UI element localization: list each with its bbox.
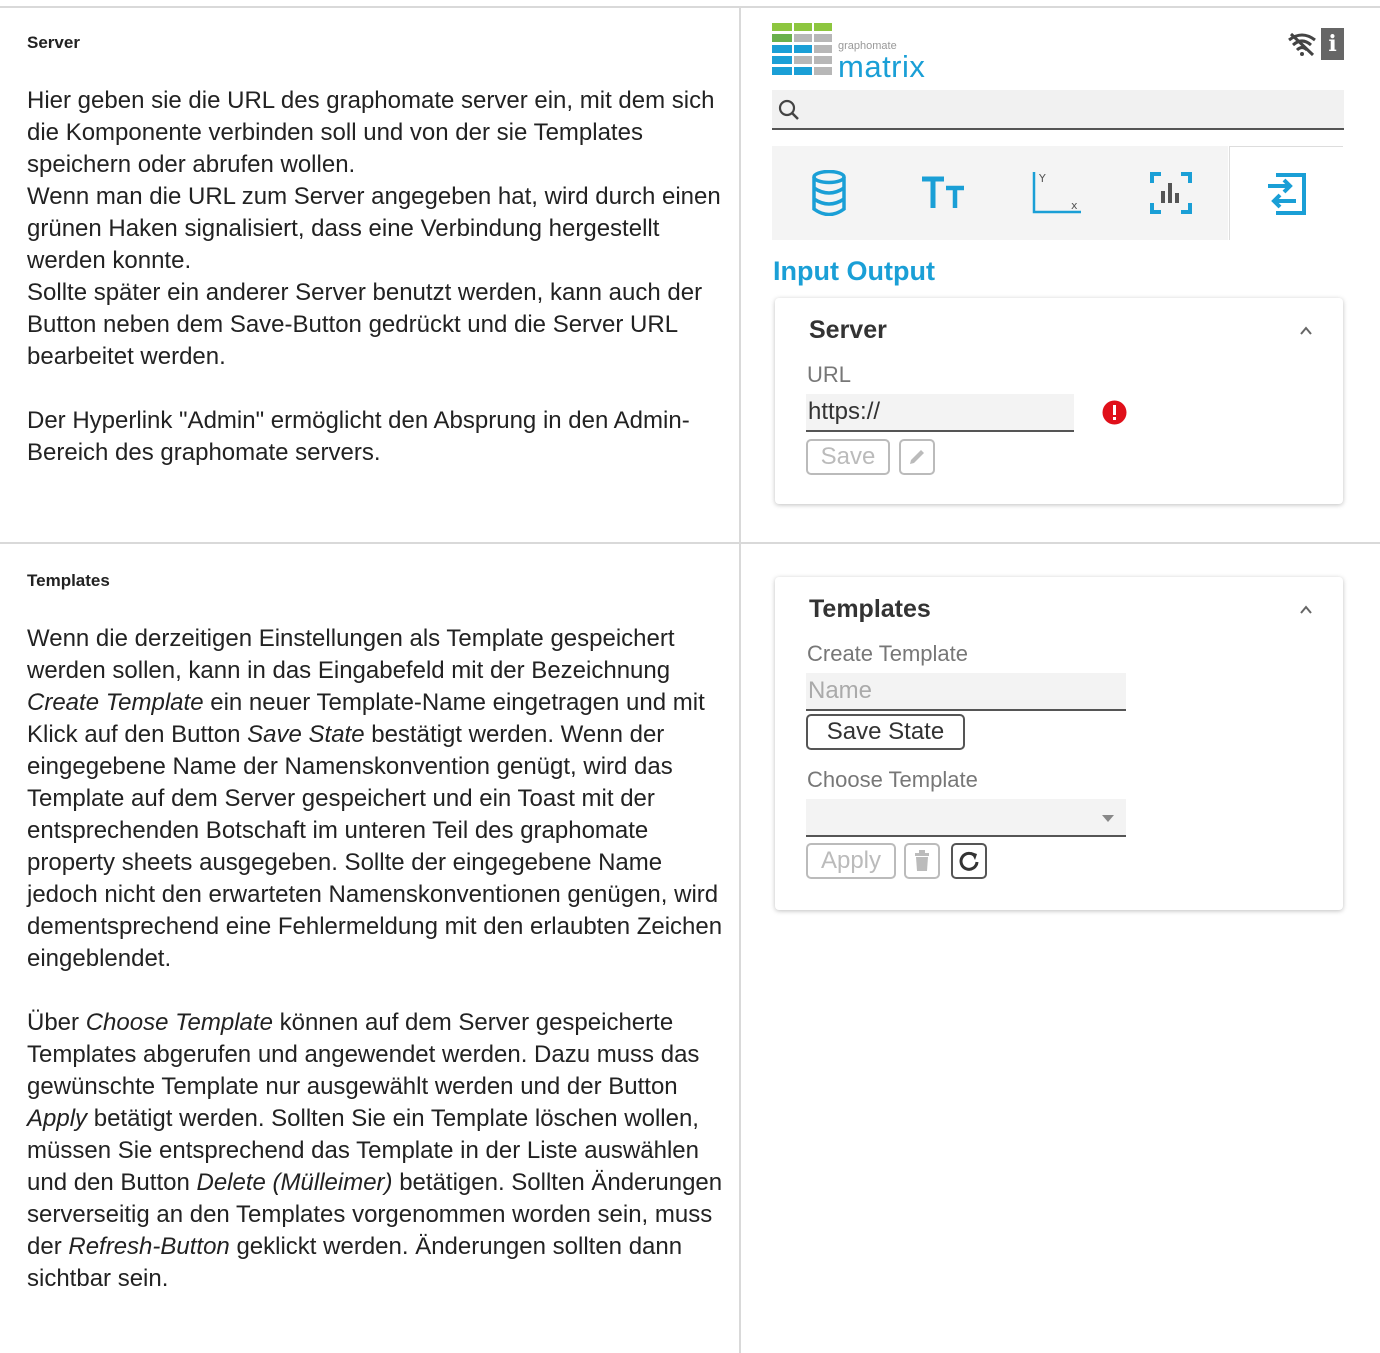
create-template-label: Create Template	[807, 641, 969, 666]
database-icon	[812, 170, 846, 216]
logo-big-text: matrix	[838, 49, 926, 84]
url-label: URL	[807, 362, 852, 387]
template-name-input[interactable]: Name	[806, 673, 1126, 711]
error-icon	[1102, 400, 1127, 425]
templates-paragraph-2: Über Choose Template können auf dem Serv…	[27, 1009, 723, 1292]
tab-input-output[interactable]	[1229, 146, 1343, 240]
edit-button[interactable]	[899, 439, 935, 475]
save-state-button[interactable]: Save State	[806, 714, 965, 750]
server-card-title: Server	[809, 316, 887, 344]
apply-button[interactable]: Apply	[806, 843, 896, 879]
table-border-middle	[0, 542, 1380, 544]
table-border-top	[0, 6, 1380, 8]
table-border-column	[739, 6, 741, 1353]
templates-description: Templates Wenn die derzeitigen Einstellu…	[27, 571, 732, 1295]
server-paragraph-2: Wenn man die URL zum Server angegeben ha…	[27, 183, 721, 274]
chart-icon	[1150, 172, 1192, 214]
tab-axis[interactable]: Y x	[1000, 146, 1114, 240]
section-title: Input Output	[773, 256, 935, 286]
delete-button[interactable]	[904, 843, 940, 879]
templates-card-title: Templates	[809, 595, 931, 623]
save-button[interactable]: Save	[806, 439, 890, 475]
tab-data[interactable]	[772, 146, 886, 240]
search-icon	[778, 99, 799, 120]
svg-text:x: x	[1071, 199, 1078, 212]
refresh-icon	[959, 851, 979, 871]
server-description: Server Hier geben sie die URL des grapho…	[27, 33, 732, 469]
server-card: Server URL https:// Save	[775, 298, 1343, 504]
dropdown-arrow-icon	[1102, 815, 1114, 822]
text-size-icon	[922, 176, 964, 208]
input-output-icon	[1267, 172, 1306, 215]
axis-icon: Y x	[1032, 172, 1081, 214]
url-field[interactable]: https://	[806, 394, 1074, 432]
property-tabs: Y x	[772, 146, 1344, 240]
refresh-button[interactable]	[951, 843, 987, 879]
svg-text:Y: Y	[1038, 172, 1046, 185]
wifi-off-icon[interactable]	[1287, 32, 1317, 56]
choose-template-label: Choose Template	[807, 767, 978, 792]
templates-card: Templates Create Template Name Save Stat…	[775, 577, 1343, 910]
templates-paragraph-1: Wenn die derzeitigen Einstellungen als T…	[27, 625, 723, 972]
server-paragraph-1: Hier geben sie die URL des graphomate se…	[27, 87, 715, 178]
pencil-icon	[910, 450, 924, 464]
chevron-up-icon[interactable]	[1299, 324, 1313, 338]
top-icons: i	[1287, 28, 1344, 62]
tab-chart[interactable]	[1114, 146, 1228, 240]
chevron-up-icon[interactable]	[1299, 603, 1313, 617]
logo-grid-icon	[772, 23, 834, 83]
trash-icon	[915, 850, 929, 871]
server-paragraph-4: Der Hyperlink "Admin" ermöglicht den Abs…	[27, 407, 690, 466]
info-icon[interactable]: i	[1321, 28, 1344, 60]
server-paragraph-3: Sollte später ein anderer Server benutzt…	[27, 279, 703, 370]
choose-template-select[interactable]	[806, 799, 1126, 837]
tab-text[interactable]	[886, 146, 1000, 240]
templates-heading: Templates	[27, 571, 110, 590]
search-input[interactable]	[772, 90, 1344, 130]
graphomate-matrix-logo: graphomate matrix	[772, 20, 972, 86]
server-heading: Server	[27, 33, 80, 52]
